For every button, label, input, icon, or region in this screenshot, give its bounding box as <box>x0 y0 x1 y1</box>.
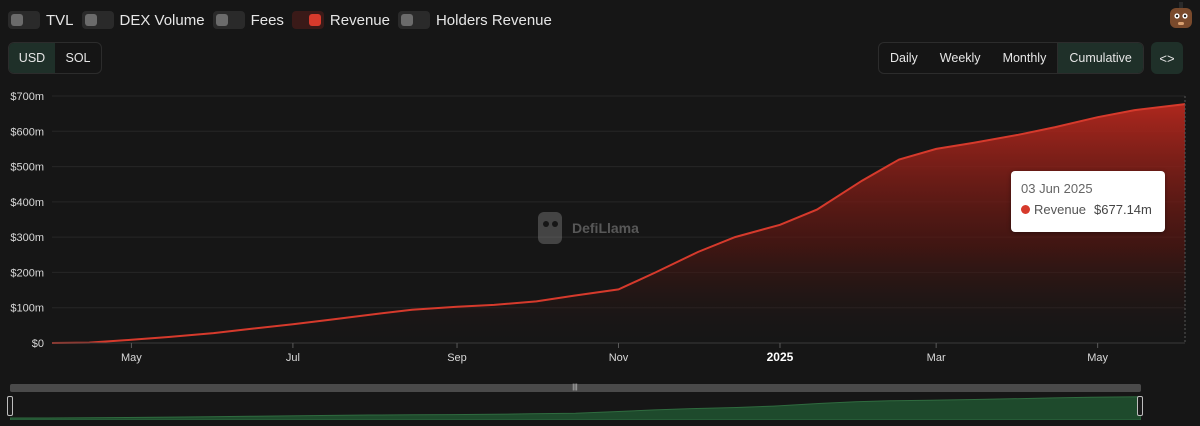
preview-area <box>10 396 1141 420</box>
zoom-handle-left[interactable] <box>7 396 13 416</box>
currency-sol-button[interactable]: SOL <box>55 43 101 73</box>
zoom-slider[interactable]: ||| <box>7 384 1143 420</box>
watermark: DefiLlama <box>534 210 639 246</box>
y-tick-label: $100m <box>10 303 44 315</box>
legend-label: Fees <box>250 11 284 29</box>
x-tick-label: Mar <box>927 352 946 364</box>
embed-code-button[interactable]: <> <box>1151 42 1183 74</box>
x-tick-label: Jul <box>286 352 300 364</box>
x-tick-label: Nov <box>609 352 629 364</box>
drag-grip-icon[interactable]: ||| <box>570 384 580 392</box>
x-tick-label: May <box>121 352 142 364</box>
currency-usd-button[interactable]: USD <box>9 43 55 73</box>
legend-label: Holders Revenue <box>435 11 552 29</box>
y-tick-label: $500m <box>10 162 44 174</box>
llama-avatar-icon[interactable] <box>1166 0 1196 30</box>
zoom-handle-right[interactable] <box>1137 396 1143 416</box>
watermark-text: DefiLlama <box>572 220 639 236</box>
tooltip-date: 03 Jun 2025 <box>1021 181 1093 196</box>
series-dot-icon <box>1021 205 1030 214</box>
tooltip-value: $677.14m <box>1094 202 1152 217</box>
legend-item-fees[interactable]: Fees <box>212 11 284 29</box>
legend-item-holders-revenue[interactable]: Holders Revenue <box>397 11 552 29</box>
y-tick-label: $0 <box>32 338 44 350</box>
zoom-preview <box>10 396 1141 420</box>
x-tick-label: 2025 <box>767 350 794 364</box>
y-tick-label: $600m <box>10 126 44 138</box>
x-tick-label: May <box>1087 352 1108 364</box>
y-tick-label: $400m <box>10 197 44 209</box>
legend-label: TVL <box>46 11 74 29</box>
legend-toggle[interactable] <box>212 11 245 29</box>
legend-toggle[interactable] <box>8 11 40 29</box>
toggle-knob <box>400 14 413 26</box>
legend-item-revenue[interactable]: Revenue <box>291 11 390 29</box>
period-monthly-button[interactable]: Monthly <box>992 43 1058 73</box>
y-tick-label: $700m <box>10 91 44 103</box>
toggle-knob <box>308 14 321 26</box>
legend-toggle[interactable] <box>81 11 114 29</box>
toggle-knob <box>215 14 228 26</box>
period-weekly-button[interactable]: Weekly <box>929 43 992 73</box>
legend-item-tvl[interactable]: TVL <box>8 11 74 29</box>
toggle-knob <box>11 14 23 26</box>
tooltip-row: Revenue $677.14m <box>1021 202 1155 217</box>
period-daily-button[interactable]: Daily <box>879 43 929 73</box>
period-cumulative-button[interactable]: Cumulative <box>1057 43 1143 73</box>
legend-toggle[interactable] <box>397 11 430 29</box>
tooltip-series: Revenue <box>1034 202 1087 217</box>
legend-label: DEX Volume <box>119 11 205 29</box>
toggle-knob <box>84 14 97 26</box>
x-tick-label: Sep <box>447 352 467 364</box>
currency-toggle: USD SOL <box>8 42 102 74</box>
series-legend: TVL DEX Volume Fees Revenue Holders Revenue <box>8 10 560 30</box>
period-toggle: Daily Weekly Monthly Cumulative <box>878 42 1144 74</box>
legend-toggle[interactable] <box>291 11 324 29</box>
y-tick-label: $300m <box>10 232 44 244</box>
legend-label: Revenue <box>329 11 390 29</box>
y-tick-label: $200m <box>10 267 44 279</box>
legend-item-dex-volume[interactable]: DEX Volume <box>81 11 205 29</box>
chart-tooltip: 03 Jun 2025 Revenue $677.14m <box>1011 171 1165 232</box>
llama-logo-icon <box>538 212 562 244</box>
